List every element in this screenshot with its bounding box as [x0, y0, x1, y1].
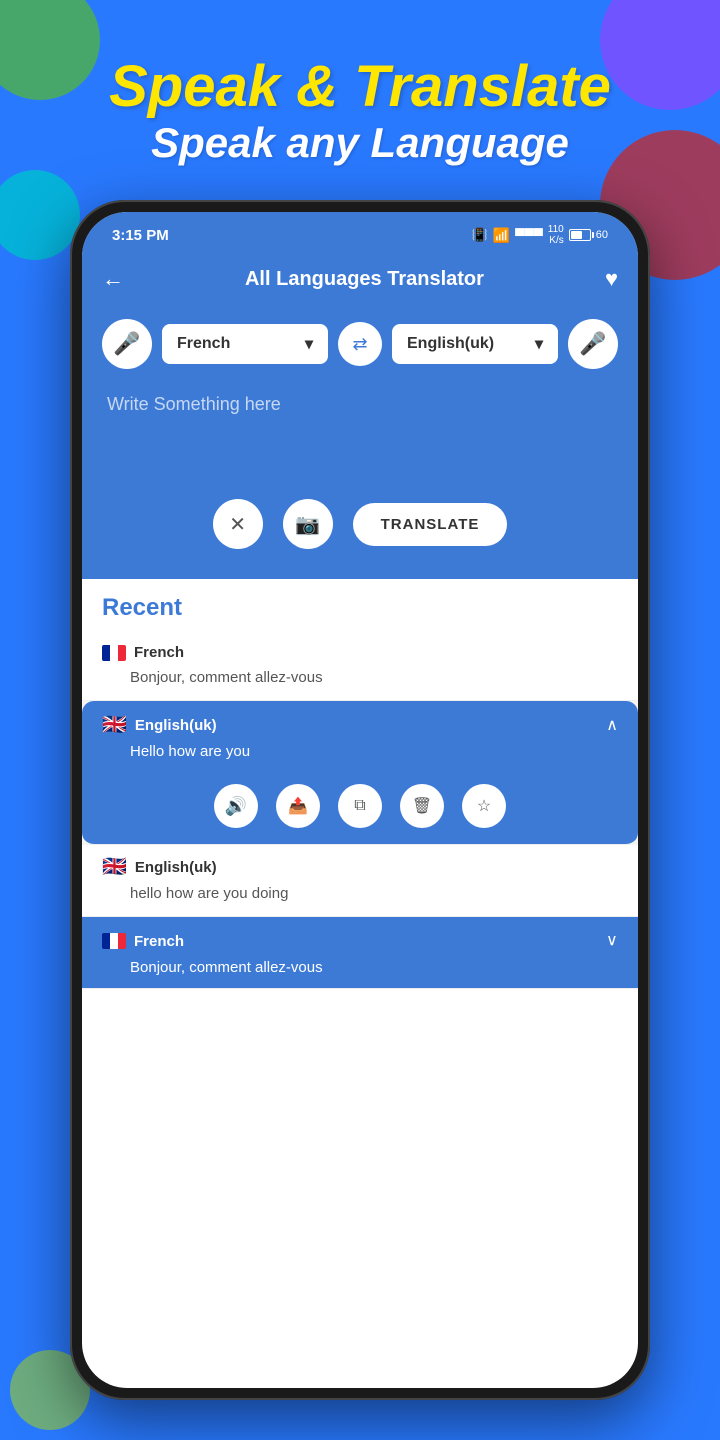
- back-button[interactable]: ←: [102, 266, 124, 292]
- source-language-label: French: [177, 335, 230, 353]
- source-chevron-icon: ▾: [305, 334, 313, 354]
- target-language-label: English(uk): [407, 335, 494, 353]
- app-bar: ← All Languages Translator ♥: [82, 254, 638, 304]
- language-row: 🎤 French ▾ ⇄ English(uk) ▾: [102, 319, 618, 369]
- app-bar-title: All Languages Translator: [139, 268, 590, 291]
- source-language-select[interactable]: French ▾: [162, 324, 328, 364]
- share-button[interactable]: 📤: [276, 784, 320, 828]
- clear-button[interactable]: ✕: [213, 499, 263, 549]
- app-subheadline: Speak any Language: [0, 119, 720, 167]
- target-mic-icon: 🎤: [579, 331, 606, 357]
- favorite-button[interactable]: ♥: [605, 266, 618, 292]
- collapse-icon[interactable]: ∧: [606, 715, 618, 735]
- recent-item-3[interactable]: 🇬🇧 English(uk) hello how are you doing: [82, 845, 638, 917]
- recent-header: Recent: [82, 579, 638, 632]
- translator-area: 🎤 French ▾ ⇄ English(uk) ▾: [82, 304, 638, 579]
- recent-item-4-language: French: [134, 933, 598, 950]
- volume-icon: 🔊: [225, 796, 247, 817]
- source-mic-icon: 🎤: [113, 331, 140, 357]
- app-headline: Speak & Translate: [0, 55, 720, 119]
- signal-icon: ▀▀▀: [515, 228, 543, 243]
- recent-item-3-header: 🇬🇧 English(uk): [82, 845, 638, 881]
- clear-icon: ✕: [229, 512, 246, 537]
- camera-icon: 📷: [295, 512, 320, 537]
- recent-item-expanded[interactable]: 🇬🇧 English(uk) ∧ Hello how are you 🔊 📤: [82, 701, 638, 845]
- copy-icon: ⧉: [354, 797, 365, 815]
- target-mic-button[interactable]: 🎤: [568, 319, 618, 369]
- battery-percent: 60: [596, 229, 608, 241]
- recent-item-header: French: [82, 632, 638, 665]
- copy-button[interactable]: ⧉: [338, 784, 382, 828]
- translate-button-label: TRANSLATE: [381, 516, 480, 533]
- recent-item-expanded-text: Hello how are you: [82, 739, 638, 772]
- camera-button[interactable]: 📷: [283, 499, 333, 549]
- delete-button[interactable]: 🗑: [400, 784, 444, 828]
- recent-item-language: French: [134, 644, 618, 661]
- action-row: ✕ 📷 TRANSLATE: [102, 484, 618, 559]
- input-placeholder-text: Write Something here: [107, 394, 281, 414]
- french-flag-icon-2: [102, 933, 126, 949]
- recent-item-4[interactable]: French ∧ Bonjour, comment allez-vous: [82, 917, 638, 989]
- source-mic-button[interactable]: 🎤: [102, 319, 152, 369]
- uk-flag-icon-2: 🇬🇧: [102, 857, 127, 877]
- battery-icon: [569, 229, 591, 241]
- swap-languages-button[interactable]: ⇄: [338, 322, 382, 366]
- recent-item-4-text: Bonjour, comment allez-vous: [82, 955, 638, 988]
- target-chevron-icon: ▾: [535, 334, 543, 354]
- recent-item-3-language: English(uk): [135, 859, 618, 876]
- status-bar: 3:15 PM 📳 📶 ▀▀▀ 110K/s 60: [82, 212, 638, 254]
- header-text-block: Speak & Translate Speak any Language: [0, 55, 720, 167]
- recent-item-3-text: hello how are you doing: [82, 881, 638, 916]
- recent-item[interactable]: French Bonjour, comment allez-vous: [82, 632, 638, 701]
- status-icons: 📳 📶 ▀▀▀ 110K/s 60: [472, 224, 608, 246]
- favorite-button[interactable]: ☆: [462, 784, 506, 828]
- star-icon: ☆: [477, 796, 491, 816]
- data-speed: 110K/s: [548, 224, 564, 246]
- text-input-area[interactable]: Write Something here: [102, 384, 618, 484]
- recent-item-expanded-language: English(uk): [135, 717, 598, 734]
- french-flag-icon: [102, 645, 126, 661]
- wifi-icon: 📶: [493, 227, 510, 244]
- phone-mockup: 3:15 PM 📳 📶 ▀▀▀ 110K/s 60 ← All Language…: [70, 200, 650, 1400]
- uk-flag-icon: 🇬🇧: [102, 715, 127, 735]
- volume-button[interactable]: 🔊: [214, 784, 258, 828]
- recent-title: Recent: [102, 594, 182, 621]
- phone-outer-shell: 3:15 PM 📳 📶 ▀▀▀ 110K/s 60 ← All Language…: [70, 200, 650, 1400]
- share-icon: 📤: [288, 796, 308, 816]
- translate-button[interactable]: TRANSLATE: [353, 503, 508, 546]
- status-time: 3:15 PM: [112, 227, 169, 244]
- target-language-select[interactable]: English(uk) ▾: [392, 324, 558, 364]
- delete-icon: 🗑: [412, 796, 432, 816]
- recent-section: Recent French Bonjour, comment allez-vou…: [82, 579, 638, 989]
- expand-icon[interactable]: ∧: [606, 931, 618, 951]
- recent-item-expanded-header: 🇬🇧 English(uk) ∧: [82, 701, 638, 739]
- vibrate-icon: 📳: [472, 227, 488, 243]
- bg-circle-teal: [0, 170, 80, 260]
- recent-item-text: Bonjour, comment allez-vous: [82, 665, 638, 700]
- swap-icon: ⇄: [352, 334, 367, 355]
- phone-screen: 3:15 PM 📳 📶 ▀▀▀ 110K/s 60 ← All Language…: [82, 212, 638, 1388]
- translation-actions-row: 🔊 📤 ⧉ 🗑 ☆: [82, 772, 638, 844]
- recent-item-4-header: French ∧: [82, 917, 638, 955]
